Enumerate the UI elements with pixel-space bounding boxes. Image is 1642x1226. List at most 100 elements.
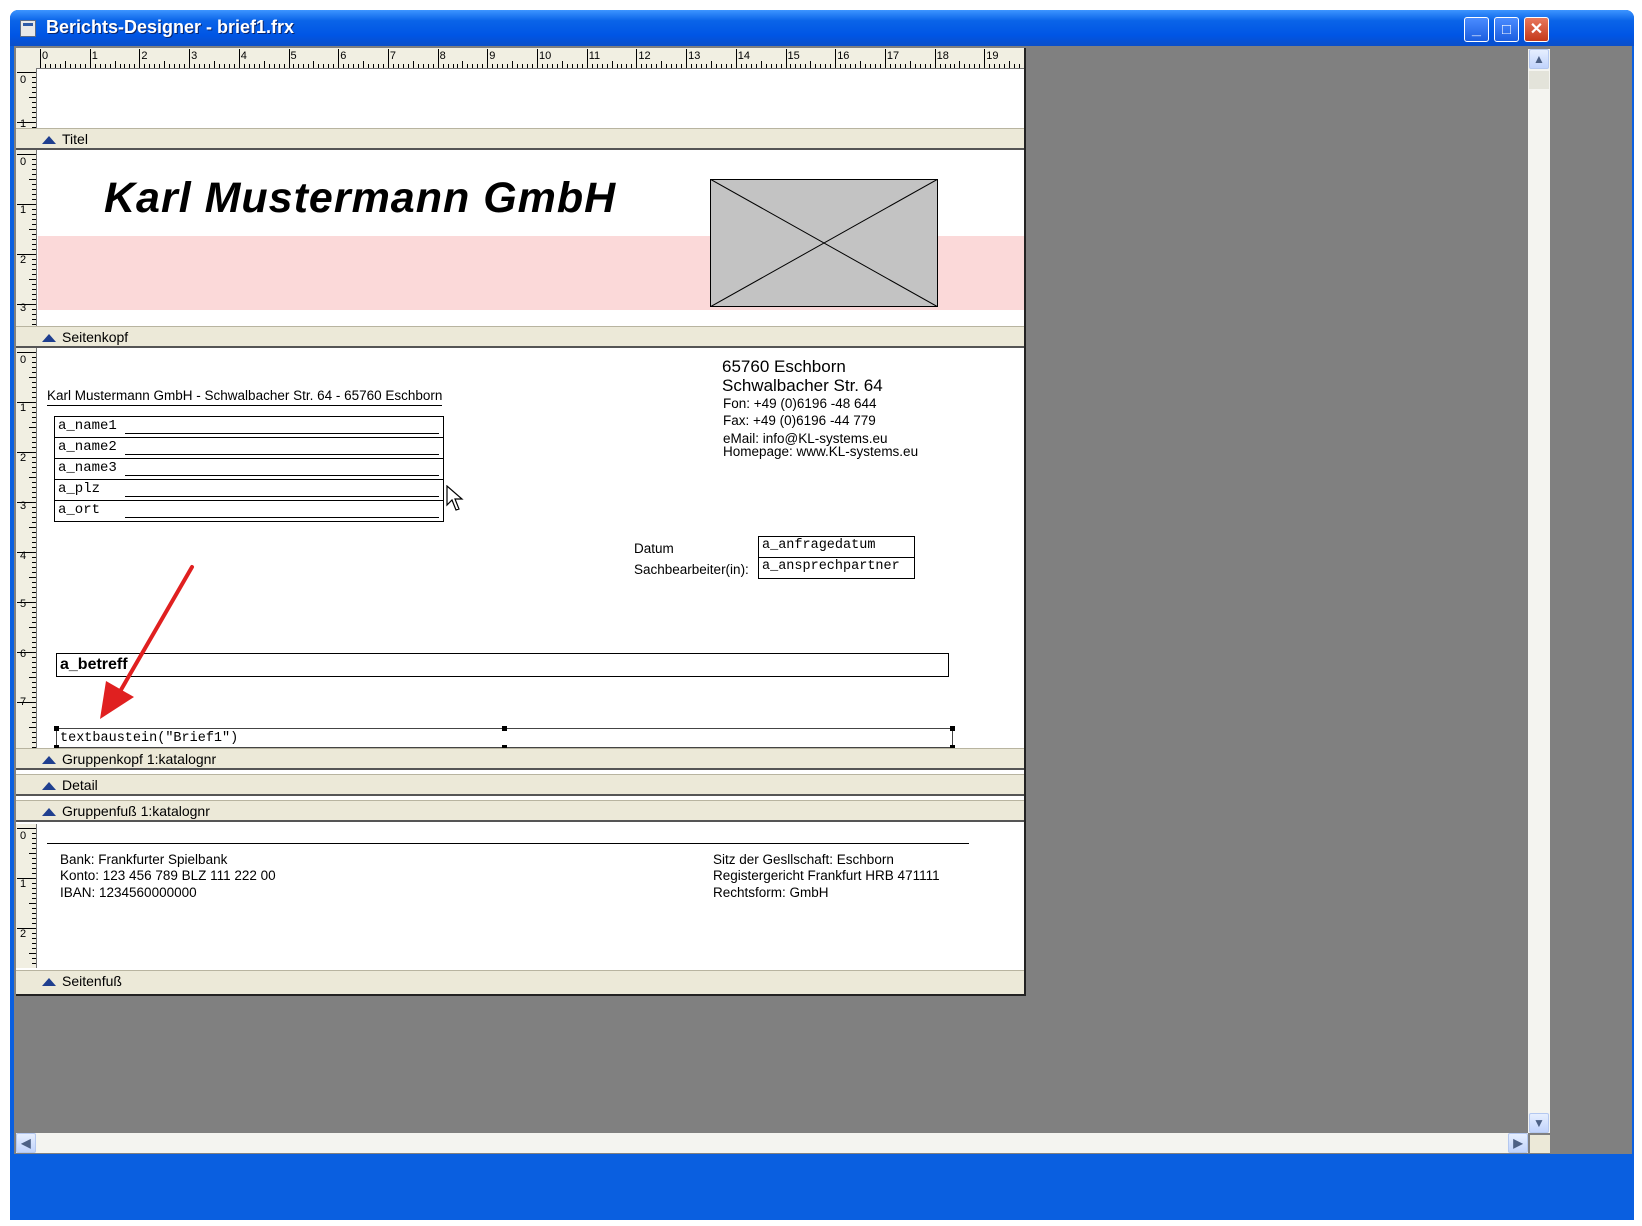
contact-street[interactable]: Schwalbacher Str. 64 (722, 376, 883, 396)
ruler-tick (32, 938, 36, 939)
band-group-footer[interactable]: Gruppenfuß 1:katalognr (16, 800, 1024, 822)
ruler-tick (32, 958, 36, 959)
footer-iban[interactable]: IBAN: 1234560000000 (60, 885, 197, 900)
clerk-field[interactable]: a_ansprechpartner (758, 557, 915, 579)
address-block[interactable]: a_name1 a_name2 a_name3 a_plz a_ort (54, 416, 444, 522)
ruler-mark: 5 (290, 50, 297, 62)
collapse-icon[interactable] (42, 334, 56, 342)
ruler-tick (32, 92, 36, 93)
ruler-tick (681, 64, 683, 68)
contact-city[interactable]: 65760 Eschborn (722, 357, 846, 377)
ruler-tick (17, 122, 36, 123)
annotation-arrow-icon (100, 565, 194, 719)
collapse-icon[interactable] (42, 808, 56, 816)
ruler-tick (32, 362, 36, 363)
contact-homepage[interactable]: Homepage: www.KL-systems.eu (723, 444, 918, 459)
collapse-icon[interactable] (42, 136, 56, 144)
ruler-tick (795, 64, 797, 68)
date-field[interactable]: a_anfragedatum (758, 536, 915, 558)
band-detail[interactable]: Detail (16, 774, 1024, 796)
ruler-tick (99, 64, 101, 68)
ruler-tick (303, 64, 305, 68)
resize-handle[interactable] (54, 726, 59, 731)
size-grip[interactable] (1530, 1135, 1550, 1153)
address-field-plz[interactable]: a_plz (55, 480, 443, 501)
ruler-tick (507, 64, 509, 68)
vertical-scrollbar[interactable]: ▲ ▼ (1528, 49, 1550, 1133)
ruler-tick (273, 64, 275, 68)
footer-court[interactable]: Registergericht Frankfurt HRB 471111 (713, 868, 940, 883)
ruler-tick (32, 622, 36, 623)
ruler-tick (944, 64, 946, 68)
ruler-tick (263, 61, 265, 68)
ruler-tick (32, 557, 36, 558)
footer-divider[interactable] (47, 843, 969, 844)
collapse-icon[interactable] (42, 978, 56, 986)
title-bar[interactable]: Berichts-Designer - brief1.frx _ □ ✕ (10, 10, 1634, 46)
maximize-button[interactable]: □ (1494, 17, 1519, 42)
minimize-button[interactable]: _ (1464, 17, 1489, 42)
vertical-scroll-thumb[interactable] (1529, 71, 1549, 89)
address-field-ort[interactable]: a_ort (55, 501, 443, 521)
band-title[interactable]: Titel (16, 128, 1024, 150)
contact-phone[interactable]: Fon: +49 (0)6196 -48 644 (723, 396, 876, 411)
footer-account[interactable]: Konto: 123 456 789 BLZ 111 222 00 (60, 868, 276, 883)
address-field-name2[interactable]: a_name2 (55, 438, 443, 459)
ruler-tick (467, 64, 469, 68)
ruler-tick (17, 828, 36, 829)
contact-fax[interactable]: Fax: +49 (0)6196 -44 779 (723, 413, 876, 428)
address-field-name3[interactable]: a_name3 (55, 459, 443, 480)
ruler-tick (407, 64, 409, 68)
resize-handle[interactable] (502, 726, 507, 731)
sender-line[interactable]: Karl Mustermann GmbH - Schwalbacher Str.… (47, 388, 443, 406)
ruler-tick (368, 64, 370, 68)
horizontal-scrollbar[interactable]: ◀ ▶ (16, 1133, 1528, 1153)
ruler-tick (527, 64, 529, 68)
band-page-header[interactable]: Seitenkopf (16, 326, 1024, 348)
collapse-icon[interactable] (42, 782, 56, 790)
ruler-tick (40, 49, 41, 68)
logo-image-placeholder[interactable] (710, 179, 938, 307)
ruler-tick (775, 64, 777, 68)
ruler-tick (392, 64, 394, 68)
ruler-tick (626, 64, 628, 68)
address-field-name1[interactable]: a_name1 (55, 417, 443, 438)
scroll-right-button[interactable]: ▶ (1508, 1133, 1528, 1153)
ruler-tick (636, 49, 638, 68)
ruler-tick (556, 64, 558, 68)
ruler-tick (32, 637, 36, 638)
ruler-tick (417, 64, 419, 68)
resize-handle[interactable] (950, 726, 955, 731)
ruler-tick (32, 657, 36, 658)
scroll-left-button[interactable]: ◀ (16, 1133, 36, 1153)
ruler-tick (32, 542, 36, 543)
scroll-down-button[interactable]: ▼ (1529, 1113, 1549, 1133)
ruler-tick (32, 159, 36, 160)
app-icon[interactable] (20, 20, 36, 37)
ruler-tick (32, 432, 36, 433)
ruler-tick (323, 64, 325, 68)
ruler-tick (1014, 64, 1016, 68)
ruler-tick (32, 457, 36, 458)
ruler-tick (32, 112, 36, 113)
ruler-tick (199, 64, 201, 68)
clerk-label[interactable]: Sachbearbeiter(in): (634, 562, 749, 577)
date-label[interactable]: Datum (634, 541, 674, 556)
footer-bank[interactable]: Bank: Frankfurter Spielbank (60, 852, 227, 867)
report-page[interactable]: 0 1 2 3 4 5 6 7 8 9 10 11 12 13 14 15 16 17 18 19 0 1 Titel… (16, 48, 1026, 996)
ruler-tick (32, 592, 36, 593)
ruler-tick (328, 64, 330, 68)
footer-legal[interactable]: Rechtsform: GmbH (713, 885, 829, 900)
ruler-tick (377, 64, 379, 68)
ruler-tick (382, 64, 384, 68)
footer-seat[interactable]: Sitz der Gesllschaft: Eschborn (713, 852, 894, 867)
ruler-tick (954, 64, 956, 68)
ruler-tick (189, 49, 191, 68)
band-group-header[interactable]: Gruppenkopf 1:katalognr (16, 748, 1024, 770)
band-page-footer[interactable]: Seitenfuß (16, 970, 1024, 994)
ruler-tick (32, 863, 36, 864)
company-name-heading[interactable]: Karl Mustermann GmbH (104, 174, 616, 223)
collapse-icon[interactable] (42, 756, 56, 764)
close-button[interactable]: ✕ (1524, 17, 1549, 42)
scroll-up-button[interactable]: ▲ (1529, 49, 1549, 69)
